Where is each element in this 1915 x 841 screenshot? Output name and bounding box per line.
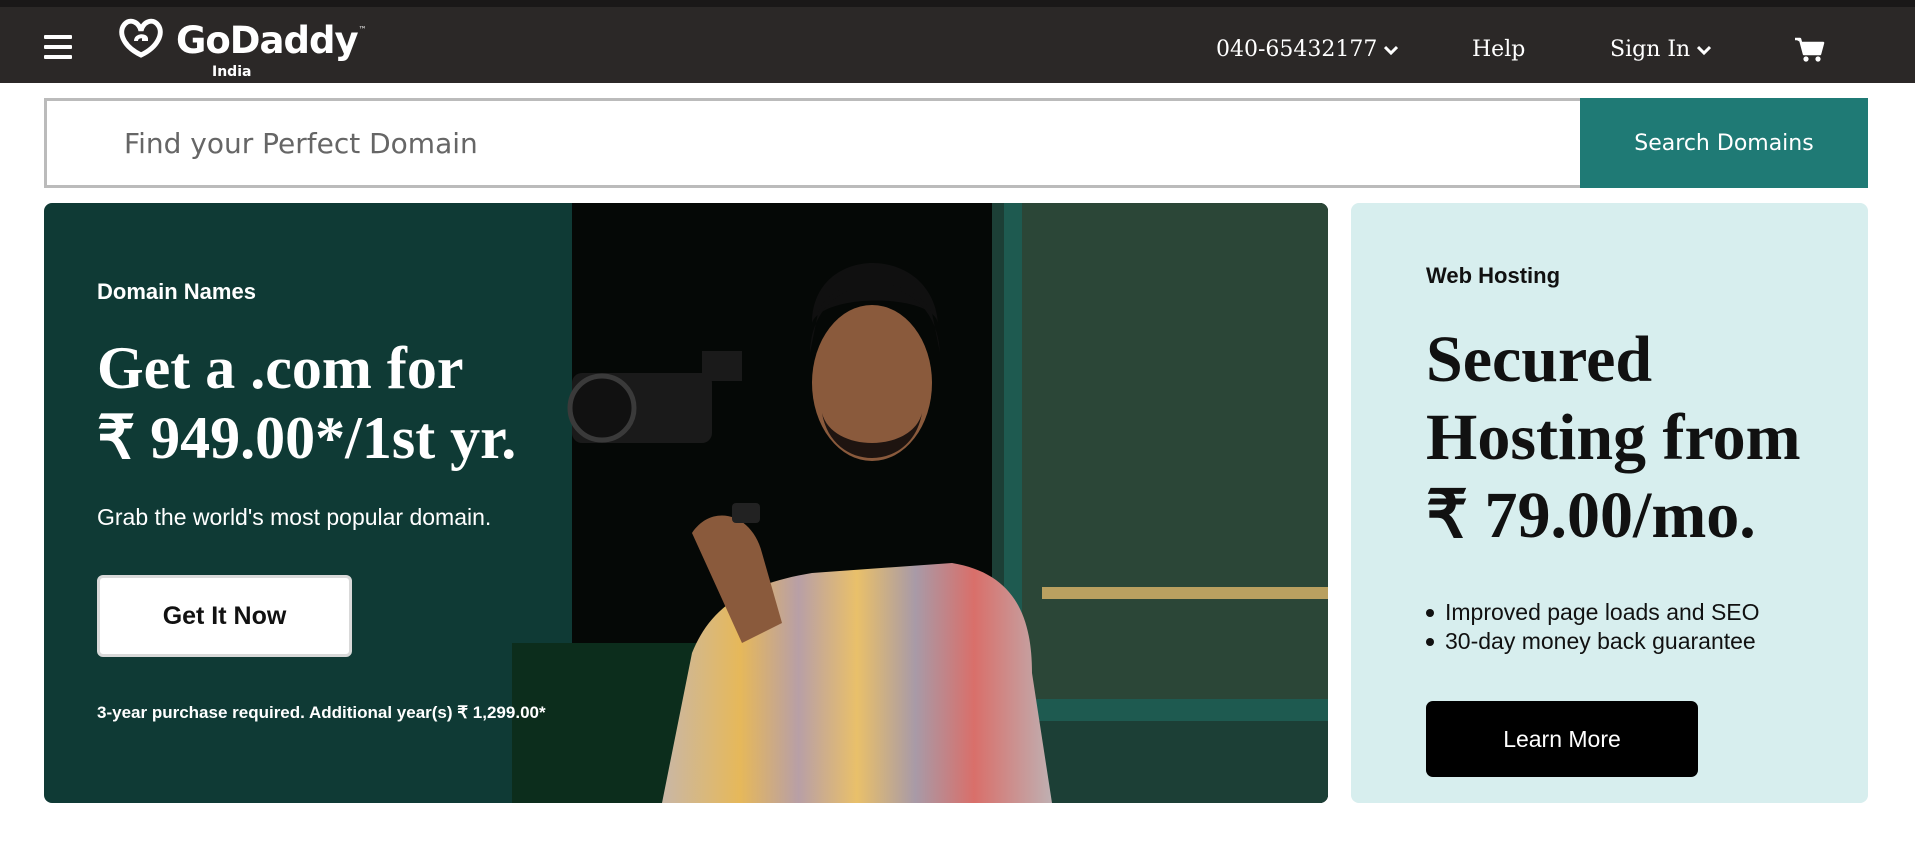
sign-in-dropdown[interactable]: Sign In	[1610, 37, 1712, 62]
phone-number-dropdown[interactable]: 040-65432177	[1216, 37, 1399, 62]
list-item: 30-day money back guarantee	[1426, 627, 1760, 656]
phone-number: 040-65432177	[1216, 37, 1378, 62]
logo-trademark: ™	[358, 25, 367, 34]
domain-search-input[interactable]	[44, 98, 1580, 188]
search-domains-button[interactable]: Search Domains	[1580, 98, 1868, 188]
help-link[interactable]: Help	[1472, 37, 1525, 62]
list-item: Improved page loads and SEO	[1426, 598, 1760, 627]
domain-promo-title-line1: Get a .com for	[97, 335, 464, 401]
web-hosting-title-line1: Secured	[1426, 323, 1653, 396]
domain-promo-eyebrow: Domain Names	[97, 279, 256, 304]
chevron-down-icon	[1697, 45, 1712, 55]
domain-promo-content: Domain Names Get a .com for ₹ 949.00*/1s…	[97, 203, 617, 803]
shopping-cart-icon[interactable]	[1795, 37, 1825, 63]
logo-wordmark: GoDaddy ™	[176, 19, 367, 62]
domain-promo-title: Get a .com for ₹ 949.00*/1st yr.	[97, 333, 516, 473]
web-hosting-title-line2: Hosting from	[1426, 401, 1801, 474]
domain-search-bar: Search Domains	[44, 98, 1868, 188]
sign-in-label: Sign In	[1610, 37, 1691, 62]
feature-text: 30-day money back guarantee	[1445, 628, 1756, 654]
get-it-now-button[interactable]: Get It Now	[97, 575, 352, 657]
web-hosting-title: Secured Hosting from ₹ 79.00/mo.	[1426, 321, 1801, 555]
godaddy-logo-mark-icon	[119, 18, 163, 58]
web-hosting-eyebrow: Web Hosting	[1426, 263, 1561, 288]
domain-promo-title-line2: ₹ 949.00*/1st yr.	[97, 405, 517, 471]
web-hosting-title-line3: ₹ 79.00/mo.	[1426, 479, 1756, 552]
chevron-down-icon	[1384, 45, 1399, 55]
bullet-icon	[1426, 637, 1434, 646]
bullet-icon	[1426, 608, 1434, 617]
domain-promo-subtitle: Grab the world's most popular domain.	[97, 504, 492, 530]
web-hosting-promo-card: Web Hosting Secured Hosting from ₹ 79.00…	[1351, 203, 1868, 803]
web-hosting-features-list: Improved page loads and SEO 30-day money…	[1426, 598, 1760, 656]
domain-promo-fineprint: 3-year purchase required. Additional yea…	[97, 703, 546, 722]
domain-promo-card: Domain Names Get a .com for ₹ 949.00*/1s…	[44, 203, 1328, 803]
learn-more-button[interactable]: Learn More	[1426, 701, 1698, 777]
top-navigation-bar: GoDaddy ™ India 040-65432177 Help Sign In	[0, 0, 1915, 83]
logo-region-label: India	[212, 64, 252, 80]
hero-photo-man-with-camera	[512, 203, 1328, 803]
feature-text: Improved page loads and SEO	[1445, 599, 1760, 625]
hamburger-menu-icon[interactable]	[44, 35, 72, 59]
